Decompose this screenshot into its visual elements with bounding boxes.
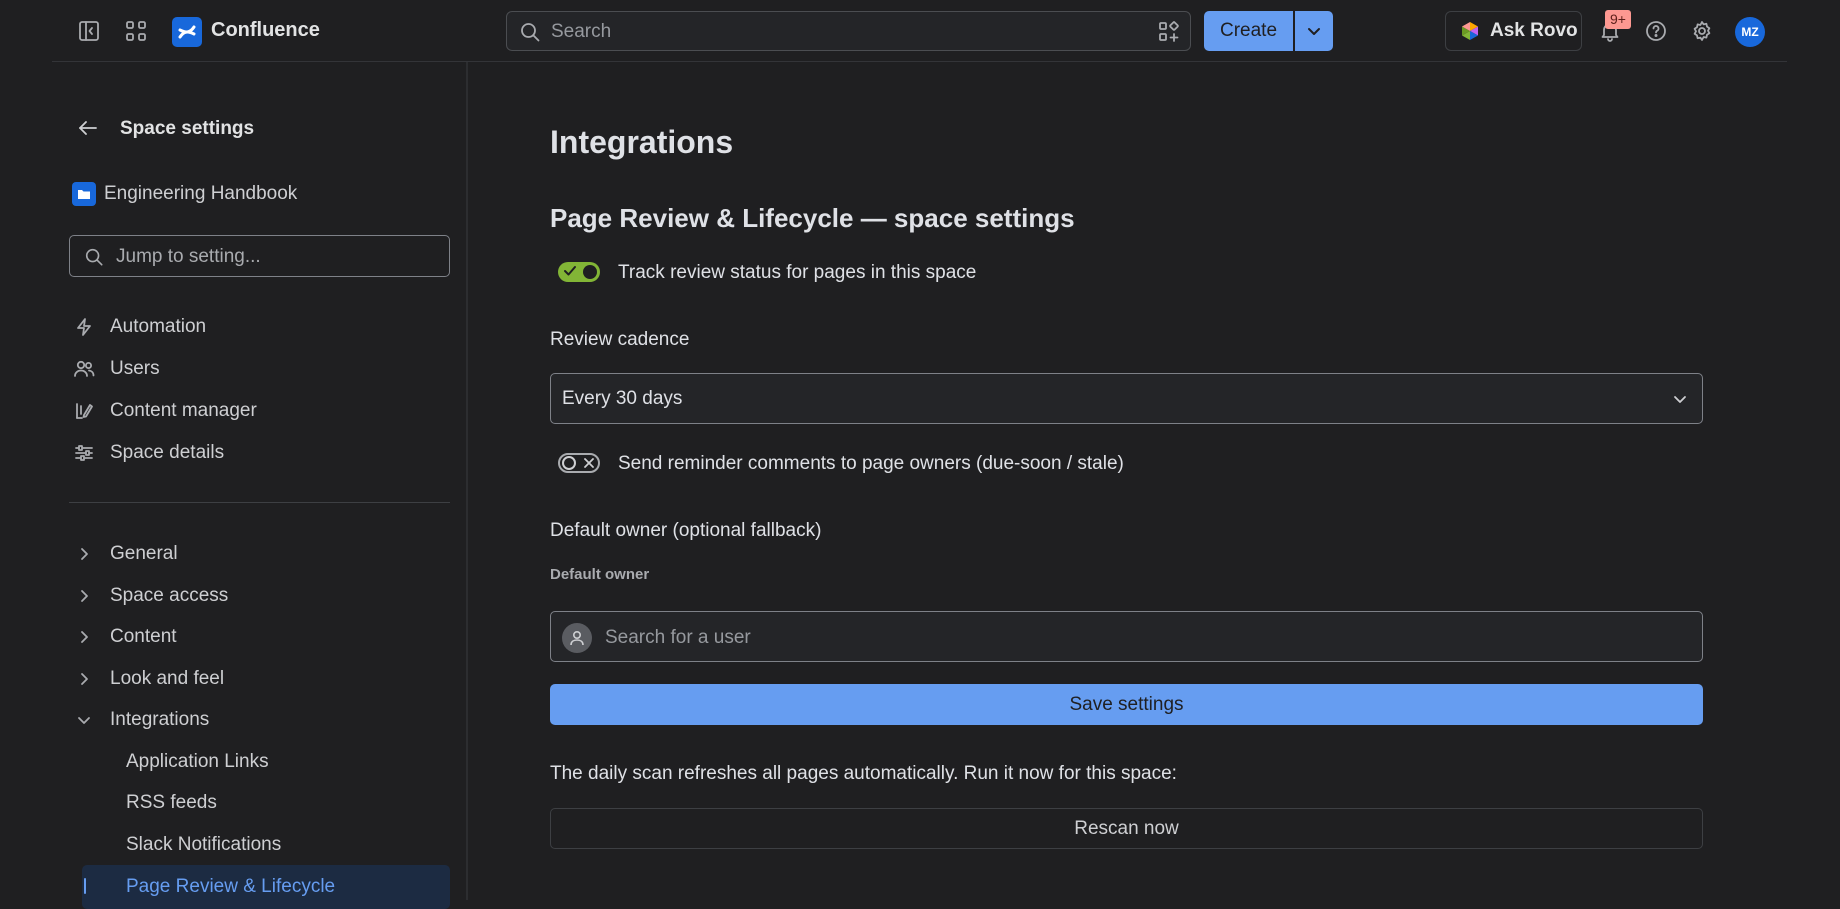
chevron-down-icon <box>1308 28 1320 35</box>
sidebar-item-rss-feeds[interactable]: RSS feeds <box>126 786 217 820</box>
track-review-label: Track review status for pages in this sp… <box>618 262 977 283</box>
rovo-icon <box>1460 21 1480 41</box>
lightning-icon <box>72 317 96 337</box>
chevron-right-icon <box>72 589 96 603</box>
rescan-now-button[interactable]: Rescan now <box>550 808 1703 849</box>
space-name[interactable]: Engineering Handbook <box>104 183 297 205</box>
sidebar-section-label: Integrations <box>110 709 210 730</box>
sliders-icon <box>72 443 96 463</box>
sidebar-section-space-access[interactable]: Space access <box>72 579 450 613</box>
back-arrow-icon[interactable] <box>76 116 100 140</box>
sidebar-item-content-manager[interactable]: Content manager <box>72 394 450 428</box>
create-button[interactable]: Create <box>1204 11 1293 51</box>
search-filter-icon[interactable] <box>1158 21 1180 43</box>
sidebar-section-general[interactable]: General <box>72 537 450 571</box>
default-owner-heading: Default owner (optional fallback) <box>550 520 822 541</box>
sidebar-item-label: Page Review & Lifecycle <box>126 876 336 897</box>
chevron-right-icon <box>72 630 96 644</box>
toggle-knob <box>583 265 597 279</box>
top-navigation-bar: Confluence Create Ask Rovo 9+ MZ <box>0 0 1840 62</box>
search-icon <box>84 247 104 267</box>
scan-note: The daily scan refreshes all pages autom… <box>550 763 1177 784</box>
save-settings-button[interactable]: Save settings <box>550 684 1703 725</box>
help-icon[interactable] <box>1640 15 1672 47</box>
notifications-badge: 9+ <box>1605 10 1631 29</box>
section-title: Page Review & Lifecycle — space settings <box>550 203 1075 233</box>
settings-gear-icon[interactable] <box>1686 15 1718 47</box>
review-cadence-select[interactable]: Every 30 days <box>550 373 1703 424</box>
review-cadence-label: Review cadence <box>550 329 690 350</box>
check-icon <box>564 266 576 276</box>
ask-rovo-label: Ask Rovo <box>1490 20 1578 41</box>
sidebar-title: Space settings <box>120 118 255 139</box>
default-owner-input[interactable] <box>603 612 1507 663</box>
reminder-comments-label: Send reminder comments to page owners (d… <box>618 453 1124 474</box>
users-icon <box>72 359 96 379</box>
jump-to-setting-input[interactable] <box>114 236 438 278</box>
sidebar-item-automation[interactable]: Automation <box>72 310 450 344</box>
sidebar-section-label: Look and feel <box>110 668 225 689</box>
app-name[interactable]: Confluence <box>211 19 320 42</box>
app-switcher-icon[interactable] <box>120 15 152 47</box>
search-input[interactable] <box>549 12 1113 52</box>
user-placeholder-icon <box>562 623 592 653</box>
sidebar-section-content[interactable]: Content <box>72 620 450 654</box>
chevron-right-icon <box>72 672 96 686</box>
sidebar-toggle-icon[interactable] <box>73 15 105 47</box>
ask-rovo-button[interactable]: Ask Rovo <box>1445 11 1582 51</box>
sidebar-item-slack-notifications[interactable]: Slack Notifications <box>126 828 281 862</box>
sidebar-item-label: Users <box>110 358 160 379</box>
user-avatar[interactable]: MZ <box>1735 17 1765 47</box>
sidebar-section-label: Space access <box>110 585 229 606</box>
sidebar-section-look-and-feel[interactable]: Look and feel <box>72 662 450 696</box>
sidebar-item-label: Content manager <box>110 400 257 421</box>
toggle-knob <box>562 456 576 470</box>
sidebar-divider <box>69 502 450 503</box>
page-title: Integrations <box>550 124 734 160</box>
sidebar-item-label: Automation <box>110 316 207 337</box>
reminder-comments-toggle[interactable] <box>558 453 600 473</box>
search-icon <box>519 21 541 43</box>
track-review-toggle[interactable] <box>558 262 600 282</box>
confluence-logo-icon[interactable] <box>172 17 202 47</box>
content-manager-icon <box>72 401 96 421</box>
sidebar-item-space-details[interactable]: Space details <box>72 436 450 470</box>
sidebar-item-users[interactable]: Users <box>72 352 450 386</box>
default-owner-field[interactable] <box>550 611 1703 663</box>
global-search[interactable] <box>506 11 1191 52</box>
chevron-right-icon <box>72 547 96 561</box>
close-icon <box>584 458 594 468</box>
sidebar-item-label: Space details <box>110 442 225 463</box>
jump-to-setting-field[interactable] <box>69 235 450 278</box>
chevron-down-icon <box>72 713 96 727</box>
review-cadence-value: Every 30 days <box>562 388 683 409</box>
space-folder-icon <box>72 182 96 206</box>
chevron-down-icon <box>1674 396 1686 403</box>
sidebar-item-page-review-lifecycle[interactable]: Page Review & Lifecycle <box>82 865 450 909</box>
create-dropdown-button[interactable] <box>1295 11 1333 51</box>
sidebar-section-label: Content <box>110 626 177 647</box>
sidebar-section-label: General <box>110 543 178 564</box>
sidebar-section-integrations[interactable]: Integrations <box>72 703 450 737</box>
default-owner-field-label: Default owner <box>550 566 650 583</box>
selected-indicator <box>84 878 86 894</box>
sidebar-item-application-links[interactable]: Application Links <box>126 745 269 779</box>
settings-sidebar: Space settings Engineering Handbook Auto… <box>52 62 468 909</box>
